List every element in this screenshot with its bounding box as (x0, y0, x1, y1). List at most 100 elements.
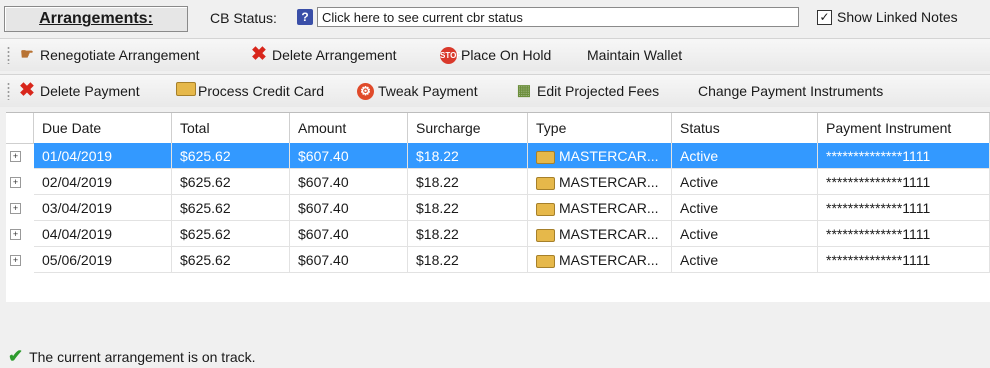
cb-status-field[interactable]: Click here to see current cbr status (317, 7, 799, 27)
payments-grid: Due Date Total Amount Surcharge Type Sta… (6, 112, 990, 303)
total-cell: $625.62 (172, 247, 290, 273)
payment-instrument-cell: **************1111 (818, 143, 990, 169)
delete-payment-button[interactable]: ✖ Delete Payment (18, 80, 140, 102)
arrangements-title: Arrangements: (4, 6, 188, 32)
show-linked-notes-label[interactable]: Show Linked Notes (837, 9, 958, 25)
type-cell: MASTERCAR... (528, 169, 672, 195)
renegotiate-arrangement-button[interactable]: ☛ Renegotiate Arrangement (18, 44, 200, 66)
table-row[interactable]: +05/06/2019 $625.62 $607.40 $18.22 MASTERCAR… (6, 247, 990, 273)
edit-projected-fees-button[interactable]: ▦ Edit Projected Fees (515, 80, 659, 102)
process-credit-card-button[interactable]: Process Credit Card (176, 80, 324, 102)
surcharge-cell: $18.22 (408, 221, 528, 247)
process-credit-card-label: Process Credit Card (198, 83, 325, 99)
table-row[interactable]: +03/04/2019 $625.62 $607.40 $18.22 MASTERCAR… (6, 195, 990, 221)
payment-instrument-cell: **************1111 (818, 221, 990, 247)
due-date-cell: 03/04/2019 (34, 195, 172, 221)
type-label: MASTERCAR... (559, 252, 659, 268)
amount-cell: $607.40 (290, 247, 408, 273)
maintain-wallet-label: Maintain Wallet (587, 47, 683, 63)
place-on-hold-label: Place On Hold (461, 47, 552, 63)
table-row[interactable]: +01/04/2019 $625.62 $607.40 $18.22 MASTERCAR… (6, 143, 990, 169)
table-row[interactable]: +02/04/2019 $625.62 $607.40 $18.22 MASTERCAR… (6, 169, 990, 195)
empty-area (0, 302, 990, 338)
total-cell: $625.62 (172, 143, 290, 169)
surcharge-cell: $18.22 (408, 143, 528, 169)
expand-row-icon[interactable]: + (10, 177, 21, 188)
edit-projected-fees-label: Edit Projected Fees (537, 83, 660, 99)
hand-icon: ☛ (20, 46, 34, 63)
type-cell: MASTERCAR... (528, 247, 672, 273)
status-cell: Active (672, 195, 818, 221)
amount-cell: $607.40 (290, 169, 408, 195)
tweak-icon: ⚙ (357, 82, 374, 100)
due-date-cell: 02/04/2019 (34, 169, 172, 195)
type-label: MASTERCAR... (559, 200, 659, 216)
red-x-icon: ✖ (19, 80, 35, 101)
surcharge-cell: $18.22 (408, 247, 528, 273)
credit-card-icon (536, 202, 555, 216)
column-header-total[interactable]: Total (172, 113, 290, 143)
delete-payment-label: Delete Payment (40, 83, 140, 99)
type-cell: MASTERCAR... (528, 143, 672, 169)
status-cell: Active (672, 247, 818, 273)
expand-row-icon[interactable]: + (10, 203, 21, 214)
cb-status-label: CB Status: (210, 10, 277, 26)
credit-card-icon (536, 254, 555, 268)
amount-cell: $607.40 (290, 221, 408, 247)
credit-card-icon (176, 82, 196, 96)
due-date-cell: 04/04/2019 (34, 221, 172, 247)
maintain-wallet-button[interactable]: Maintain Wallet (587, 44, 682, 66)
surcharge-cell: $18.22 (408, 195, 528, 221)
show-linked-notes-checkbox[interactable]: ✓ (817, 10, 832, 25)
tweak-payment-button[interactable]: ⚙ Tweak Payment (357, 80, 478, 102)
status-bar: ✔ The current arrangement is on track. (8, 346, 256, 367)
green-check-icon: ✔ (8, 346, 24, 366)
header-bar: Arrangements: CB Status: ? Click here to… (0, 0, 990, 36)
column-header-type[interactable]: Type (528, 113, 672, 143)
credit-card-icon (536, 150, 555, 164)
stop-sign-icon: STOP (440, 46, 462, 64)
due-date-cell: 05/06/2019 (34, 247, 172, 273)
change-payment-instruments-label: Change Payment Instruments (698, 83, 884, 99)
total-cell: $625.62 (172, 169, 290, 195)
column-header-payment-instrument[interactable]: Payment Instrument (818, 113, 990, 143)
red-x-icon: ✖ (251, 44, 267, 65)
delete-arrangement-button[interactable]: ✖ Delete Arrangement (250, 44, 397, 66)
payment-instrument-cell: **************1111 (818, 247, 990, 273)
renegotiate-label: Renegotiate Arrangement (40, 47, 200, 63)
type-label: MASTERCAR... (559, 148, 659, 164)
calculator-icon: ▦ (516, 82, 532, 99)
type-cell: MASTERCAR... (528, 221, 672, 247)
credit-card-icon (536, 176, 555, 190)
toolbar-grip[interactable] (7, 82, 10, 100)
credit-card-icon (536, 228, 555, 242)
total-cell: $625.62 (172, 221, 290, 247)
delete-arrangement-label: Delete Arrangement (272, 47, 397, 63)
info-icon[interactable]: ? (297, 9, 313, 25)
status-message: The current arrangement is on track. (29, 348, 256, 365)
amount-cell: $607.40 (290, 143, 408, 169)
table-row[interactable]: +04/04/2019 $625.62 $607.40 $18.22 MASTERCAR… (6, 221, 990, 247)
arrangement-toolbar: ☛ Renegotiate Arrangement ✖ Delete Arran… (0, 38, 990, 71)
surcharge-cell: $18.22 (408, 169, 528, 195)
due-date-cell: 01/04/2019 (34, 143, 172, 169)
payment-toolbar: ✖ Delete Payment Process Credit Card ⚙ T… (0, 74, 990, 107)
change-payment-instruments-button[interactable]: Change Payment Instruments (698, 80, 883, 102)
payment-instrument-cell: **************1111 (818, 195, 990, 221)
grid-header: Due Date Total Amount Surcharge Type Sta… (6, 113, 990, 144)
column-header-amount[interactable]: Amount (290, 113, 408, 143)
total-cell: $625.62 (172, 195, 290, 221)
payment-instrument-cell: **************1111 (818, 169, 990, 195)
expand-row-icon[interactable]: + (10, 255, 21, 266)
column-header-due-date[interactable]: Due Date (34, 113, 172, 143)
column-header-status[interactable]: Status (672, 113, 818, 143)
type-label: MASTERCAR... (559, 226, 659, 242)
column-header-surcharge[interactable]: Surcharge (408, 113, 528, 143)
expand-row-icon[interactable]: + (10, 229, 21, 240)
tweak-payment-label: Tweak Payment (378, 83, 478, 99)
toolbar-grip[interactable] (7, 46, 10, 64)
expand-row-icon[interactable]: + (10, 151, 21, 162)
status-cell: Active (672, 221, 818, 247)
type-cell: MASTERCAR... (528, 195, 672, 221)
place-on-hold-button[interactable]: STOP Place On Hold (440, 44, 551, 66)
